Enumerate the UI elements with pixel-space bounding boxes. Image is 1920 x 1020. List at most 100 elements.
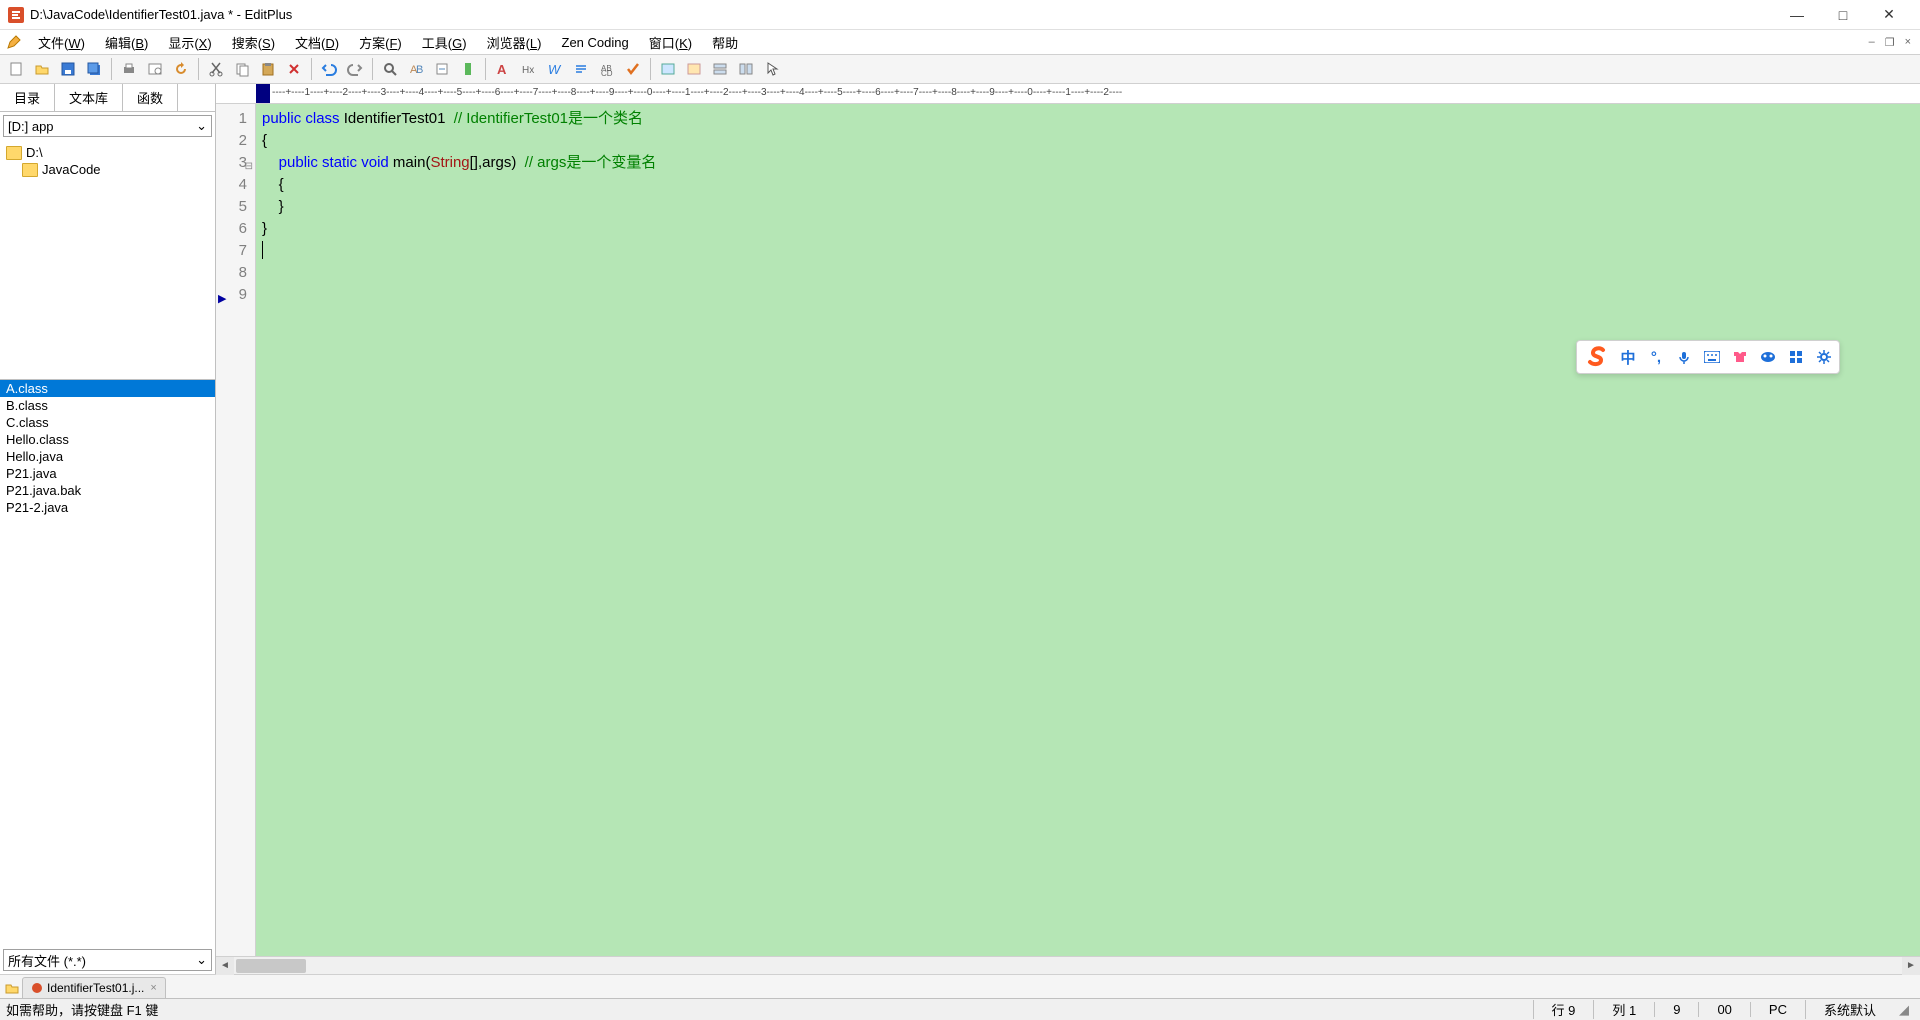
svg-text:CD: CD — [601, 69, 613, 77]
mdi-restore-icon[interactable]: ❐ — [1882, 36, 1898, 49]
scroll-thumb[interactable] — [236, 959, 306, 973]
chevron-down-icon: ⌄ — [196, 118, 207, 134]
menu-help[interactable]: 帮助 — [702, 31, 748, 54]
ime-voice-icon[interactable] — [1675, 348, 1693, 366]
svg-text:B: B — [416, 64, 423, 76]
ime-toolbar[interactable]: 中 °, — [1576, 340, 1840, 374]
ime-lang[interactable]: 中 — [1619, 348, 1637, 366]
print-button[interactable] — [117, 57, 141, 81]
status-line: 行 9 — [1533, 1000, 1594, 1019]
editor[interactable]: 123⊟456789▶ public class IdentifierTest0… — [216, 104, 1920, 956]
spell-button[interactable]: ABCD — [595, 57, 619, 81]
find-button[interactable] — [378, 57, 402, 81]
ime-settings-icon[interactable] — [1815, 348, 1833, 366]
open-button[interactable] — [30, 57, 54, 81]
wrap-button[interactable] — [569, 57, 593, 81]
ime-punct-icon[interactable]: °, — [1647, 348, 1665, 366]
doc-tab-label: IdentifierTest01.j... — [47, 981, 144, 995]
ime-tools-icon[interactable] — [1787, 348, 1805, 366]
filter-select[interactable]: 所有文件 (*.*) ⌄ — [3, 949, 212, 971]
window-title: D:\JavaCode\IdentifierTest01.java * - Ed… — [30, 7, 1774, 22]
folder-icon — [22, 163, 38, 177]
tile-h-button[interactable] — [708, 57, 732, 81]
sidebar: 目录 文本库 函数 [D:] app ⌄ D:\ JavaCode A.clas… — [0, 84, 216, 974]
close-button[interactable]: ✕ — [1866, 0, 1912, 30]
mdi-minimize-icon[interactable]: – — [1866, 36, 1878, 49]
menu-browser[interactable]: 浏览器(L) — [477, 31, 552, 54]
arrow-button[interactable] — [760, 57, 784, 81]
menu-file[interactable]: 文件(W) — [28, 31, 95, 54]
menu-window[interactable]: 窗口(K) — [639, 31, 702, 54]
drive-select[interactable]: [D:] app ⌄ — [3, 115, 212, 137]
check-button[interactable] — [621, 57, 645, 81]
sidebar-tab-functions[interactable]: 函数 — [123, 84, 178, 111]
sidebar-tab-cliptext[interactable]: 文本库 — [55, 84, 123, 111]
resize-grip-icon[interactable]: ◢ — [1894, 1002, 1914, 1018]
menu-zen[interactable]: Zen Coding — [552, 33, 639, 52]
file-item[interactable]: Hello.class — [0, 431, 215, 448]
file-item[interactable]: A.class — [0, 380, 215, 397]
status-sel: 00 — [1698, 1002, 1749, 1017]
replace-button[interactable]: AB — [404, 57, 428, 81]
folder-node[interactable]: JavaCode — [0, 161, 215, 178]
maximize-button[interactable]: □ — [1820, 0, 1866, 30]
titlebar: D:\JavaCode\IdentifierTest01.java * - Ed… — [0, 0, 1920, 30]
chevron-down-icon: ⌄ — [196, 952, 207, 968]
hex-button[interactable]: Hx — [517, 57, 541, 81]
menu-edit[interactable]: 编辑(B) — [95, 31, 158, 54]
folder-icon[interactable] — [4, 980, 20, 996]
ime-game-icon[interactable] — [1759, 348, 1777, 366]
tile-v-button[interactable] — [734, 57, 758, 81]
svg-text:Hx: Hx — [522, 65, 534, 76]
file-item[interactable]: Hello.java — [0, 448, 215, 465]
folder-tree[interactable]: D:\ JavaCode — [0, 140, 215, 380]
sidebar-tab-directory[interactable]: 目录 — [0, 84, 55, 111]
preview-button[interactable] — [143, 57, 167, 81]
file-item[interactable]: C.class — [0, 414, 215, 431]
new-button[interactable] — [4, 57, 28, 81]
status-enc: PC — [1750, 1002, 1805, 1017]
window2-button[interactable] — [682, 57, 706, 81]
mdi-close-icon[interactable]: × — [1902, 36, 1914, 49]
undo-button[interactable] — [317, 57, 341, 81]
file-item[interactable]: P21.java.bak — [0, 482, 215, 499]
status-lang: 系统默认 — [1805, 1000, 1894, 1019]
doc-tab[interactable]: IdentifierTest01.j... × — [22, 977, 166, 998]
menu-view[interactable]: 显示(X) — [158, 31, 221, 54]
scroll-left-icon[interactable]: ◄ — [216, 957, 234, 975]
status-col: 列 1 — [1593, 1000, 1654, 1019]
file-list[interactable]: A.classB.classC.classHello.classHello.ja… — [0, 380, 215, 946]
redo-button[interactable] — [343, 57, 367, 81]
java-file-icon — [31, 982, 43, 994]
paste-button[interactable] — [256, 57, 280, 81]
menu-project[interactable]: 方案(F) — [349, 31, 412, 54]
code-area[interactable]: public class IdentifierTest01 // Identif… — [256, 104, 1920, 956]
ime-skin-icon[interactable] — [1731, 348, 1749, 366]
sogou-logo-icon[interactable] — [1583, 344, 1609, 370]
h-scrollbar[interactable]: ◄ ► — [216, 956, 1920, 974]
file-item[interactable]: B.class — [0, 397, 215, 414]
file-item[interactable]: P21.java — [0, 465, 215, 482]
delete-button[interactable] — [282, 57, 306, 81]
cut-button[interactable] — [204, 57, 228, 81]
menu-tools[interactable]: 工具(G) — [412, 31, 477, 54]
save-button[interactable] — [56, 57, 80, 81]
goto-button[interactable] — [430, 57, 454, 81]
font-button[interactable]: A — [491, 57, 515, 81]
menu-document[interactable]: 文档(D) — [285, 31, 349, 54]
ime-keyboard-icon[interactable] — [1703, 348, 1721, 366]
word-button[interactable]: W — [543, 57, 567, 81]
saveall-button[interactable] — [82, 57, 106, 81]
close-tab-icon[interactable]: × — [150, 982, 156, 994]
folder-node[interactable]: D:\ — [0, 144, 215, 161]
app-icon — [8, 7, 24, 23]
bookmark-button[interactable] — [456, 57, 480, 81]
minimize-button[interactable]: — — [1774, 0, 1820, 30]
copy-button[interactable] — [230, 57, 254, 81]
window1-button[interactable] — [656, 57, 680, 81]
refresh-button[interactable] — [169, 57, 193, 81]
file-item[interactable]: P21-2.java — [0, 499, 215, 516]
menu-search[interactable]: 搜索(S) — [222, 31, 285, 54]
scroll-right-icon[interactable]: ► — [1902, 957, 1920, 975]
svg-text:A: A — [497, 62, 507, 77]
